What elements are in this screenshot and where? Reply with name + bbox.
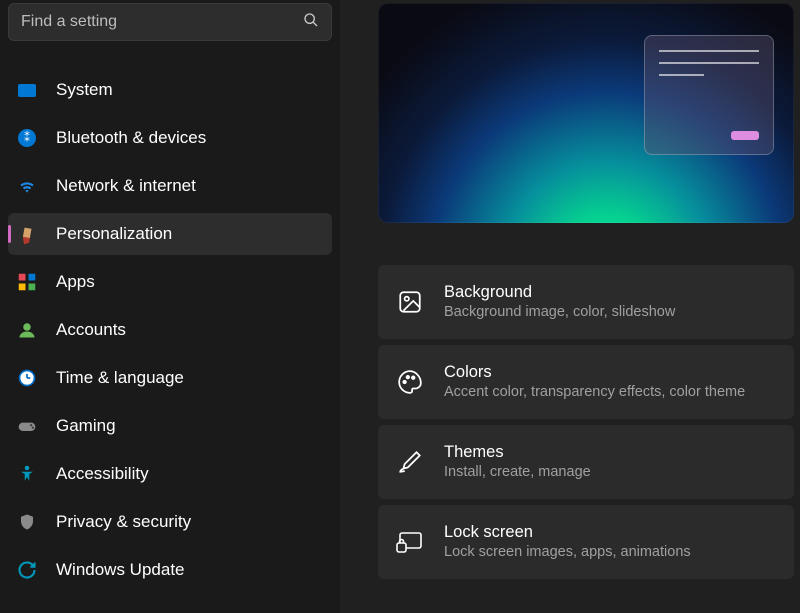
sidebar-item-label: Accessibility: [56, 464, 149, 484]
search-box[interactable]: [8, 3, 332, 41]
sidebar-item-accounts[interactable]: Accounts: [8, 309, 332, 351]
brush-icon: [396, 448, 424, 476]
card-lockscreen[interactable]: Lock screen Lock screen images, apps, an…: [378, 505, 794, 579]
sidebar-item-system[interactable]: System: [8, 69, 332, 111]
sidebar-item-label: System: [56, 80, 113, 100]
desktop-preview: [378, 3, 794, 223]
card-title: Colors: [444, 362, 745, 383]
sidebar-item-personalization[interactable]: Personalization: [8, 213, 332, 255]
sidebar-item-update[interactable]: Windows Update: [8, 549, 332, 591]
sidebar-item-label: Apps: [56, 272, 95, 292]
update-icon: [16, 559, 38, 581]
sidebar-item-label: Network & internet: [56, 176, 196, 196]
card-text: Colors Accent color, transparency effect…: [444, 362, 745, 402]
sidebar-item-label: Bluetooth & devices: [56, 128, 206, 148]
card-subtitle: Background image, color, slideshow: [444, 303, 675, 322]
sidebar-item-gaming[interactable]: Gaming: [8, 405, 332, 447]
sidebar-item-apps[interactable]: Apps: [8, 261, 332, 303]
card-subtitle: Install, create, manage: [444, 463, 591, 482]
lockscreen-icon: [396, 528, 424, 556]
card-subtitle: Lock screen images, apps, animations: [444, 543, 691, 562]
sidebar-item-privacy[interactable]: Privacy & security: [8, 501, 332, 543]
sidebar-item-label: Privacy & security: [56, 512, 191, 532]
sidebar-item-bluetooth[interactable]: ⁑ Bluetooth & devices: [8, 117, 332, 159]
sidebar-item-label: Accounts: [56, 320, 126, 340]
preview-window: [644, 35, 774, 155]
sidebar-item-label: Gaming: [56, 416, 116, 436]
card-text: Themes Install, create, manage: [444, 442, 591, 482]
card-subtitle: Accent color, transparency effects, colo…: [444, 383, 745, 402]
accessibility-icon: [16, 463, 38, 485]
preview-accent: [731, 131, 759, 140]
palette-icon: [396, 368, 424, 396]
card-title: Background: [444, 282, 675, 303]
preview-line: [659, 62, 759, 64]
preview-line: [659, 74, 704, 76]
preview-line: [659, 50, 759, 52]
card-themes[interactable]: Themes Install, create, manage: [378, 425, 794, 499]
search-input[interactable]: [21, 13, 303, 31]
clock-icon: [16, 367, 38, 389]
paintbrush-icon: [12, 219, 43, 250]
sidebar-item-time[interactable]: Time & language: [8, 357, 332, 399]
search-icon: [303, 12, 319, 33]
sidebar-item-network[interactable]: Network & internet: [8, 165, 332, 207]
sidebar-item-accessibility[interactable]: Accessibility: [8, 453, 332, 495]
wifi-icon: [16, 175, 38, 197]
main-content: Background Background image, color, slid…: [340, 0, 800, 613]
card-colors[interactable]: Colors Accent color, transparency effect…: [378, 345, 794, 419]
card-title: Themes: [444, 442, 591, 463]
card-background[interactable]: Background Background image, color, slid…: [378, 265, 794, 339]
gamepad-icon: [16, 415, 38, 437]
person-icon: [16, 319, 38, 341]
sidebar-item-label: Personalization: [56, 224, 172, 244]
image-icon: [396, 288, 424, 316]
shield-icon: [16, 511, 38, 533]
card-text: Lock screen Lock screen images, apps, an…: [444, 522, 691, 562]
card-title: Lock screen: [444, 522, 691, 543]
apps-icon: [16, 271, 38, 293]
sidebar-item-label: Time & language: [56, 368, 184, 388]
bluetooth-icon: ⁑: [16, 127, 38, 149]
sidebar: System ⁑ Bluetooth & devices Network & i…: [0, 0, 340, 613]
card-text: Background Background image, color, slid…: [444, 282, 675, 322]
sidebar-item-label: Windows Update: [56, 560, 185, 580]
system-icon: [16, 79, 38, 101]
